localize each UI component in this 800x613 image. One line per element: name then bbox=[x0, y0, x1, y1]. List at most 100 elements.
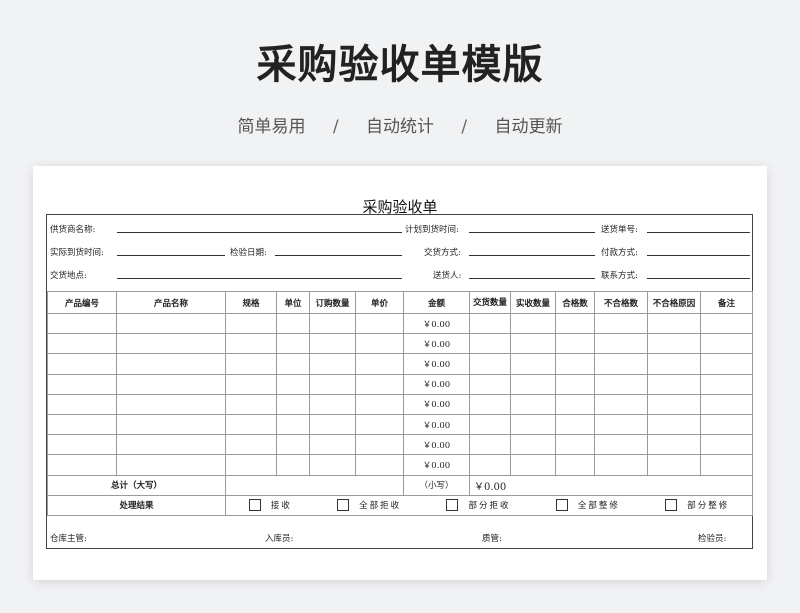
table-cell[interactable] bbox=[469, 333, 511, 355]
table-cell[interactable] bbox=[647, 353, 701, 375]
table-cell[interactable] bbox=[276, 454, 310, 476]
table-cell[interactable] bbox=[700, 312, 753, 335]
delivery-no-field[interactable] bbox=[647, 232, 750, 233]
table-cell[interactable] bbox=[469, 353, 511, 375]
table-cell[interactable] bbox=[555, 434, 595, 456]
table-cell[interactable] bbox=[47, 312, 117, 335]
table-cell[interactable] bbox=[225, 434, 277, 456]
table-cell[interactable] bbox=[647, 312, 701, 335]
table-cell[interactable] bbox=[225, 454, 277, 476]
table-cell[interactable] bbox=[355, 373, 404, 395]
amount-cell[interactable]: ￥0.00 bbox=[403, 312, 470, 335]
table-cell[interactable] bbox=[116, 434, 226, 456]
table-cell[interactable] bbox=[116, 393, 226, 415]
table-cell[interactable] bbox=[116, 312, 226, 335]
table-cell[interactable] bbox=[355, 353, 404, 375]
table-cell[interactable] bbox=[469, 413, 511, 436]
table-cell[interactable] bbox=[700, 454, 753, 476]
table-cell[interactable] bbox=[309, 333, 356, 355]
table-cell[interactable] bbox=[555, 454, 595, 476]
delivery-method-field[interactable] bbox=[469, 255, 595, 256]
option-reject-all[interactable]: 全部拒收 bbox=[337, 499, 401, 512]
table-cell[interactable] bbox=[594, 333, 648, 355]
supplier-name-field[interactable] bbox=[117, 232, 402, 233]
table-cell[interactable] bbox=[647, 393, 701, 415]
table-cell[interactable] bbox=[47, 454, 117, 476]
table-cell[interactable] bbox=[594, 353, 648, 375]
table-cell[interactable] bbox=[47, 373, 117, 395]
table-cell[interactable] bbox=[700, 434, 753, 456]
table-cell[interactable] bbox=[647, 434, 701, 456]
table-cell[interactable] bbox=[355, 434, 404, 456]
table-cell[interactable] bbox=[510, 333, 556, 355]
table-cell[interactable] bbox=[510, 413, 556, 436]
table-cell[interactable] bbox=[555, 393, 595, 415]
table-cell[interactable] bbox=[309, 353, 356, 375]
table-cell[interactable] bbox=[225, 393, 277, 415]
table-cell[interactable] bbox=[510, 454, 556, 476]
table-cell[interactable] bbox=[555, 373, 595, 395]
table-cell[interactable] bbox=[700, 393, 753, 415]
table-cell[interactable] bbox=[276, 333, 310, 355]
table-cell[interactable] bbox=[469, 373, 511, 395]
table-cell[interactable] bbox=[225, 312, 277, 335]
option-rework-all[interactable]: 全部整修 bbox=[555, 499, 620, 512]
table-cell[interactable] bbox=[469, 454, 511, 476]
table-cell[interactable] bbox=[276, 353, 310, 375]
table-cell[interactable] bbox=[225, 413, 277, 436]
table-cell[interactable] bbox=[309, 454, 356, 476]
table-cell[interactable] bbox=[555, 353, 595, 375]
table-cell[interactable] bbox=[309, 393, 356, 415]
table-cell[interactable] bbox=[276, 312, 310, 335]
table-cell[interactable] bbox=[700, 373, 753, 395]
table-cell[interactable] bbox=[47, 353, 117, 375]
planned-arrival-field[interactable] bbox=[469, 232, 595, 233]
amount-cell[interactable]: ￥0.00 bbox=[403, 333, 470, 355]
checkbox[interactable] bbox=[248, 499, 261, 512]
table-cell[interactable] bbox=[276, 373, 310, 395]
total-uppercase-cell[interactable] bbox=[225, 474, 404, 496]
table-cell[interactable] bbox=[594, 312, 648, 335]
table-cell[interactable] bbox=[116, 333, 226, 355]
table-cell[interactable] bbox=[555, 312, 595, 335]
table-cell[interactable] bbox=[355, 393, 404, 415]
table-cell[interactable] bbox=[225, 353, 277, 375]
checkbox[interactable] bbox=[337, 499, 350, 512]
table-cell[interactable] bbox=[594, 454, 648, 476]
table-cell[interactable] bbox=[469, 312, 511, 335]
table-cell[interactable] bbox=[594, 373, 648, 395]
table-cell[interactable] bbox=[555, 333, 595, 355]
option-accept[interactable]: 接收 bbox=[248, 499, 292, 512]
table-cell[interactable] bbox=[647, 413, 701, 436]
amount-cell[interactable]: ￥0.00 bbox=[403, 434, 470, 456]
table-cell[interactable] bbox=[116, 454, 226, 476]
table-cell[interactable] bbox=[225, 373, 277, 395]
table-cell[interactable] bbox=[510, 434, 556, 456]
table-cell[interactable] bbox=[116, 353, 226, 375]
table-cell[interactable] bbox=[700, 333, 753, 355]
actual-arrival-field[interactable] bbox=[117, 255, 225, 256]
checkbox[interactable] bbox=[446, 499, 459, 512]
table-cell[interactable] bbox=[700, 353, 753, 375]
amount-cell[interactable]: ￥0.00 bbox=[403, 413, 470, 436]
inspection-date-field[interactable] bbox=[275, 255, 402, 256]
table-cell[interactable] bbox=[309, 312, 356, 335]
table-cell[interactable] bbox=[276, 393, 310, 415]
checkbox[interactable] bbox=[555, 499, 568, 512]
table-cell[interactable] bbox=[647, 454, 701, 476]
table-cell[interactable] bbox=[510, 353, 556, 375]
table-cell[interactable] bbox=[700, 413, 753, 436]
table-cell[interactable] bbox=[276, 434, 310, 456]
option-reject-partial[interactable]: 部分拒收 bbox=[446, 499, 510, 512]
amount-cell[interactable]: ￥0.00 bbox=[403, 393, 470, 415]
table-cell[interactable] bbox=[510, 312, 556, 335]
table-cell[interactable] bbox=[594, 434, 648, 456]
table-cell[interactable] bbox=[47, 434, 117, 456]
payment-method-field[interactable] bbox=[647, 255, 750, 256]
table-cell[interactable] bbox=[47, 333, 117, 355]
amount-cell[interactable]: ￥0.00 bbox=[403, 353, 470, 375]
table-cell[interactable] bbox=[225, 333, 277, 355]
table-cell[interactable] bbox=[355, 413, 404, 436]
table-cell[interactable] bbox=[47, 393, 117, 415]
table-cell[interactable] bbox=[647, 373, 701, 395]
